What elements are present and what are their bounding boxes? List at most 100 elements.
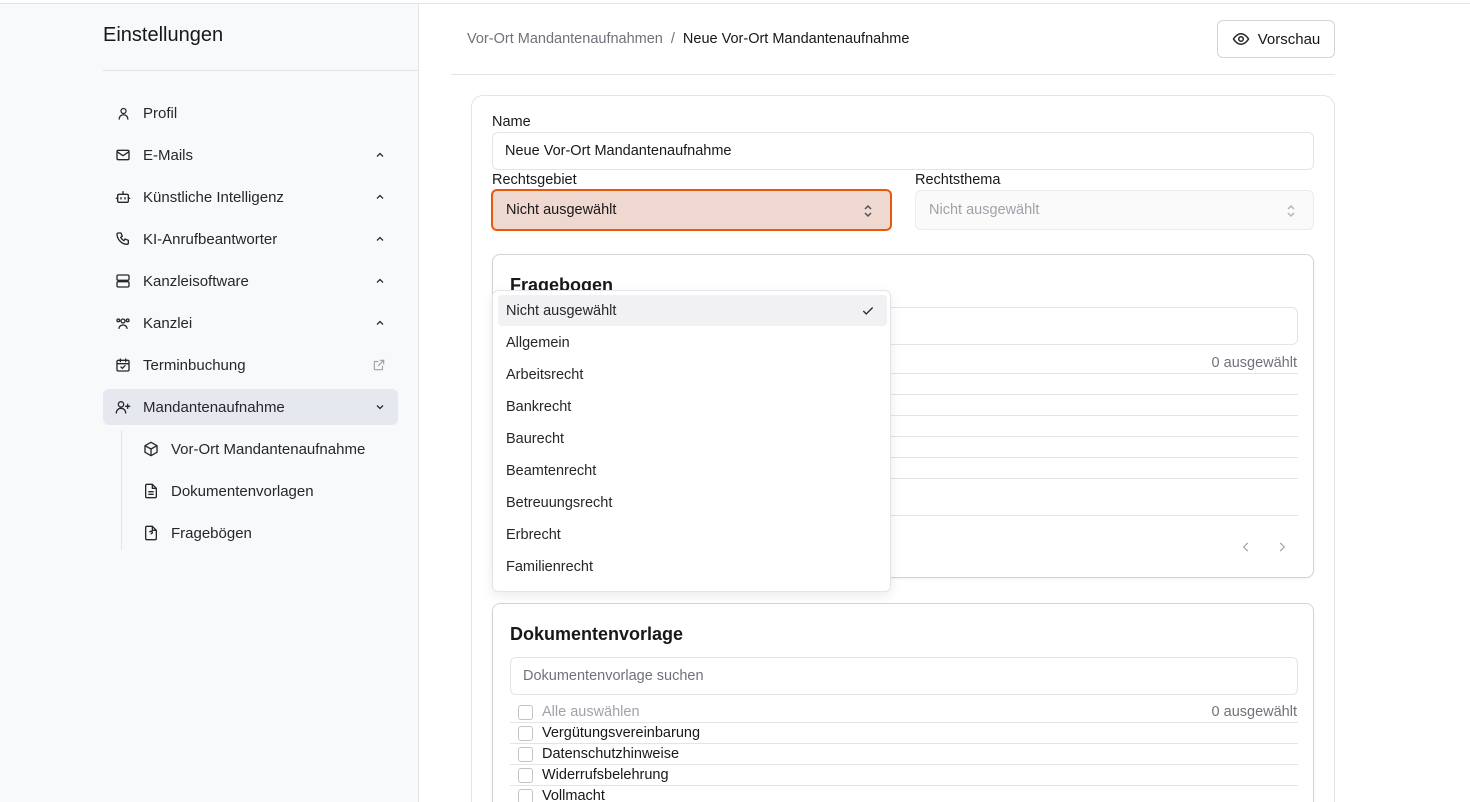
dropdown-option[interactable]: Beamtenrecht (498, 455, 887, 486)
sidebar-item-terminbuchung[interactable]: Terminbuchung (103, 347, 398, 383)
bot-icon (115, 189, 131, 205)
dropdown-option[interactable]: Erbrecht (498, 519, 887, 550)
option-label: Bankrecht (506, 398, 572, 415)
sidebar-item-label: Künstliche Intelligenz (143, 188, 284, 206)
preview-button-label: Vorschau (1257, 30, 1321, 48)
sidebar-item-profil[interactable]: Profil (103, 95, 398, 131)
dropdown-option[interactable]: Allgemein (498, 327, 887, 358)
select-all-checkbox[interactable] (518, 705, 533, 720)
sidebar-item-label: E-Mails (143, 146, 194, 164)
dokumentenvorlage-section: Dokumentenvorlage Dokumentenvorlage such… (492, 603, 1314, 802)
sidebar-item-label: KI-Anrufbeantworter (143, 230, 278, 248)
rechtsthema-value: Nicht ausgewählt (929, 202, 1040, 218)
name-label: Name (492, 114, 531, 130)
rechtsthema-label: Rechtsthema (915, 172, 1001, 188)
sidebar-subitem-vor-ort[interactable]: Vor-Ort Mandantenaufnahme (131, 431, 398, 467)
file-question-icon (143, 525, 159, 541)
sidebar-divider (103, 70, 419, 71)
phone-icon (115, 231, 131, 247)
external-link-icon[interactable] (372, 358, 386, 372)
server-icon (115, 273, 131, 289)
dropdown-option[interactable]: Betreuungsrecht (498, 487, 887, 518)
package-icon (143, 441, 159, 457)
user-icon (115, 105, 131, 121)
option-label: Arbeitsrecht (506, 366, 584, 383)
sidebar-subitem-label: Dokumentenvorlagen (171, 482, 314, 500)
row-divider (510, 743, 1298, 744)
rechtsgebiet-value: Nicht ausgewählt (506, 202, 617, 218)
dropdown-option[interactable]: Baurecht (498, 423, 887, 454)
user-plus-icon (115, 399, 131, 415)
dokumentenvorlage-title: Dokumentenvorlage (510, 624, 684, 644)
calendar-check-icon (115, 357, 131, 373)
sidebar-subitem-label: Fragebögen (171, 524, 252, 542)
users-icon (115, 315, 131, 331)
rechtsgebiet-label: Rechtsgebiet (492, 172, 577, 188)
row-divider (510, 785, 1298, 786)
chevron-left-icon[interactable] (1239, 539, 1253, 555)
breadcrumb: Vor-Ort Mandantenaufnahmen / Neue Vor-Or… (467, 31, 909, 47)
row-checkbox[interactable] (518, 789, 533, 802)
chevron-up-icon[interactable] (374, 233, 386, 245)
sidebar-item-kanzleisoftware[interactable]: Kanzleisoftware (103, 263, 398, 299)
list-item: Datenschutzhinweise (542, 746, 680, 762)
sidebar-subitem-dokumentenvorlagen[interactable]: Dokumentenvorlagen (131, 473, 398, 509)
row-divider (510, 722, 1298, 723)
file-text-icon (143, 483, 159, 499)
dokumentenvorlage-search-input[interactable]: Dokumentenvorlage suchen (510, 657, 1298, 695)
select-all-label: Alle auswählen (542, 704, 640, 720)
rechtsgebiet-dropdown: Nicht ausgewählt Allgemein Arbeitsrecht … (492, 290, 891, 592)
sidebar-item-emails[interactable]: E-Mails (103, 137, 398, 173)
sidebar-item-label: Terminbuchung (143, 356, 246, 374)
rechtsthema-select[interactable]: Nicht ausgewählt (915, 190, 1314, 230)
chevrons-up-down-icon (1285, 203, 1297, 219)
sidebar-item-kuenstliche-intelligenz[interactable]: Künstliche Intelligenz (103, 179, 398, 215)
option-label: Betreuungsrecht (506, 494, 613, 511)
sidebar-item-label: Mandantenaufnahme (143, 398, 285, 416)
dokumentenvorlage-selected-count: 0 ausgewählt (1211, 704, 1297, 720)
row-checkbox[interactable] (518, 747, 533, 762)
name-input[interactable]: Neue Vor-Ort Mandantenaufnahme (492, 132, 1314, 170)
chevron-up-icon[interactable] (374, 191, 386, 203)
option-label: Baurecht (506, 430, 565, 447)
sidebar-subitem-frageboegen[interactable]: Fragebögen (131, 515, 398, 551)
rechtsgebiet-select[interactable]: Nicht ausgewählt (491, 189, 892, 231)
chevron-up-icon[interactable] (374, 149, 386, 161)
sidebar-item-label: Profil (143, 104, 178, 122)
breadcrumb-separator: / (670, 31, 675, 47)
row-checkbox[interactable] (518, 768, 533, 783)
sidebar-item-kanzlei[interactable]: Kanzlei (103, 305, 398, 341)
list-item: Widerrufsbelehrung (542, 767, 669, 783)
sidebar-item-mandantenaufnahme[interactable]: Mandantenaufnahme (103, 389, 398, 425)
sidebar-subitem-label: Vor-Ort Mandantenaufnahme (171, 440, 366, 458)
option-label: Allgemein (506, 334, 570, 351)
breadcrumb-parent-link[interactable]: Vor-Ort Mandantenaufnahmen (467, 31, 663, 47)
sidebar-item-label: Kanzleisoftware (143, 272, 249, 290)
chevrons-up-down-icon (862, 203, 874, 219)
list-item: Vergütungsvereinbarung (542, 725, 701, 741)
row-checkbox[interactable] (518, 726, 533, 741)
dropdown-option[interactable]: Familienrecht (498, 551, 887, 582)
header-divider (451, 74, 1335, 75)
sidebar-item-label: Kanzlei (143, 314, 193, 332)
mail-icon (115, 147, 131, 163)
option-label: Erbrecht (506, 526, 561, 543)
chevron-up-icon[interactable] (374, 275, 386, 287)
row-divider (510, 764, 1298, 765)
chevron-right-icon[interactable] (1275, 539, 1289, 555)
list-item: Vollmacht (542, 788, 605, 802)
option-label: Beamtenrecht (506, 462, 597, 479)
eye-icon (1232, 30, 1250, 48)
breadcrumb-current: Neue Vor-Ort Mandantenaufnahme (682, 31, 910, 47)
preview-button[interactable]: Vorschau (1217, 20, 1335, 58)
option-label: Familienrecht (506, 558, 594, 575)
chevron-down-icon[interactable] (374, 401, 386, 413)
chevron-up-icon[interactable] (374, 317, 386, 329)
sidebar-item-ki-anrufbeantworter[interactable]: KI-Anrufbeantworter (103, 221, 398, 257)
submenu-guide-line (121, 430, 122, 550)
dropdown-option[interactable]: Nicht ausgewählt (498, 295, 887, 326)
dropdown-option[interactable]: Arbeitsrecht (498, 359, 887, 390)
dropdown-option[interactable]: Bankrecht (498, 391, 887, 422)
option-label: Nicht ausgewählt (506, 302, 617, 319)
fragebogen-selected-count: 0 ausgewählt (1211, 355, 1297, 371)
